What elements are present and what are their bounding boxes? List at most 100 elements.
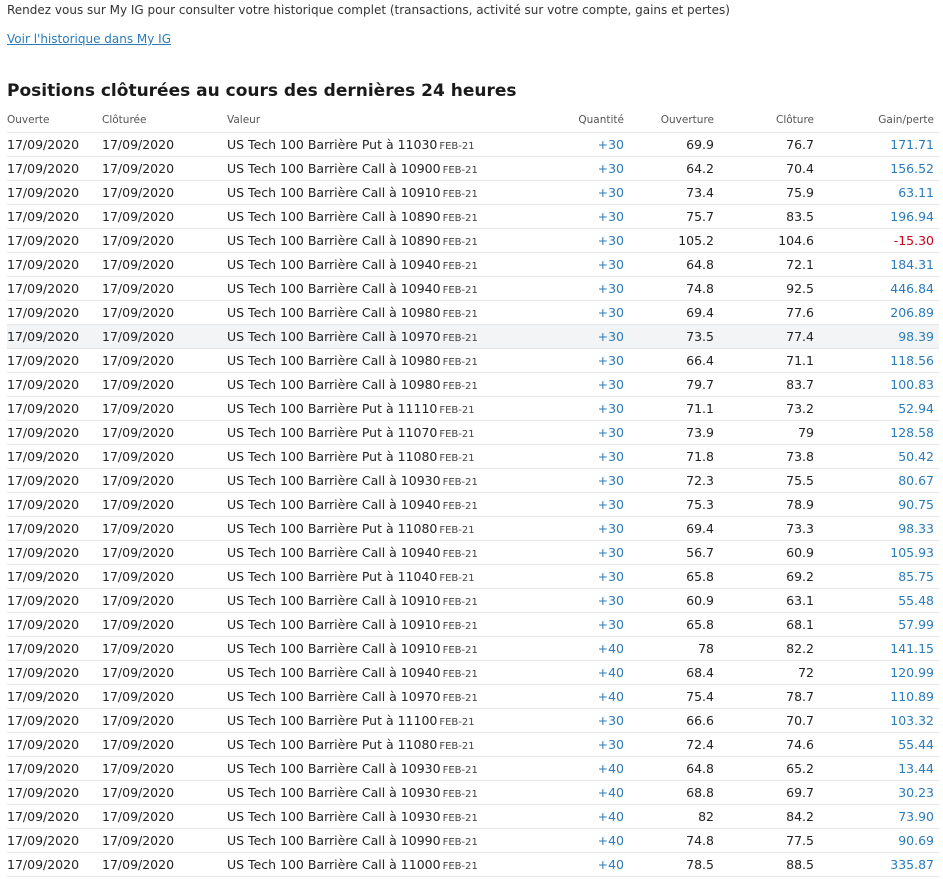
table-row[interactable]: 17/09/2020 17/09/2020 US Tech 100 Barrière… — [7, 324, 939, 349]
close-level-cell: 79 — [714, 420, 814, 445]
table-row[interactable]: 17/09/2020 17/09/2020 US Tech 100 Barrière… — [7, 228, 939, 253]
close-level-cell: 69.7 — [714, 780, 814, 805]
market-cell: US Tech 100 Barrière Call à 10970 FEB-21 — [227, 324, 512, 349]
table-row[interactable]: 17/09/2020 17/09/2020 US Tech 100 Barrière… — [7, 180, 939, 205]
table-row[interactable]: 17/09/2020 17/09/2020 US Tech 100 Barrière… — [7, 780, 939, 805]
opened-date-cell: 17/09/2020 — [7, 444, 102, 469]
pnl-cell: 110.89 — [814, 684, 939, 709]
pnl-cell: 184.31 — [814, 252, 939, 277]
pnl-value: 90.75 — [898, 497, 934, 512]
table-row[interactable]: 17/09/2020 17/09/2020 US Tech 100 Barrière… — [7, 468, 939, 493]
market-cell: US Tech 100 Barrière Call à 10930 FEB-21 — [227, 468, 512, 493]
market-name: US Tech 100 Barrière Put à 11080 — [227, 737, 438, 752]
market-name: US Tech 100 Barrière Put à 11080 — [227, 449, 438, 464]
market-cell: US Tech 100 Barrière Call à 10940 FEB-21 — [227, 492, 512, 517]
expiry-label: FEB-21 — [442, 765, 478, 776]
opened-date-cell: 17/09/2020 — [7, 804, 102, 829]
close-level-cell: 76.7 — [714, 132, 814, 157]
table-row[interactable]: 17/09/2020 17/09/2020 US Tech 100 Barrière… — [7, 276, 939, 301]
table-row[interactable]: 17/09/2020 17/09/2020 US Tech 100 Barrière… — [7, 684, 939, 709]
table-row[interactable]: 17/09/2020 17/09/2020 US Tech 100 Barrière… — [7, 660, 939, 685]
opened-date-cell: 17/09/2020 — [7, 468, 102, 493]
opened-date-cell: 17/09/2020 — [7, 780, 102, 805]
pnl-value: 206.89 — [890, 305, 934, 320]
market-name: US Tech 100 Barrière Call à 10890 — [227, 233, 441, 248]
column-header-quantity[interactable]: Quantité — [512, 108, 624, 133]
pnl-value: 141.15 — [890, 641, 934, 656]
closed-date-cell: 17/09/2020 — [102, 660, 227, 685]
table-row[interactable]: 17/09/2020 17/09/2020 US Tech 100 Barrière… — [7, 612, 939, 637]
table-row[interactable]: 17/09/2020 17/09/2020 US Tech 100 Barrière… — [7, 396, 939, 421]
table-row[interactable]: 17/09/2020 17/09/2020 US Tech 100 Barrière… — [7, 804, 939, 829]
closed-date-cell: 17/09/2020 — [102, 300, 227, 325]
quantity-cell: +40 — [512, 804, 624, 829]
table-row[interactable]: 17/09/2020 17/09/2020 US Tech 100 Barrière… — [7, 372, 939, 397]
expiry-label: FEB-21 — [442, 261, 478, 272]
market-cell: US Tech 100 Barrière Call à 10980 FEB-21 — [227, 348, 512, 373]
table-row[interactable]: 17/09/2020 17/09/2020 US Tech 100 Barrière… — [7, 588, 939, 613]
table-row[interactable]: 17/09/2020 17/09/2020 US Tech 100 Barrière… — [7, 540, 939, 565]
close-level-cell: 83.7 — [714, 372, 814, 397]
table-row[interactable]: 17/09/2020 17/09/2020 US Tech 100 Barrière… — [7, 492, 939, 517]
pnl-value: 98.39 — [898, 329, 934, 344]
quantity-value: +30 — [597, 329, 624, 344]
expiry-label: FEB-21 — [442, 357, 478, 368]
quantity-cell: +30 — [512, 540, 624, 565]
table-row[interactable]: 17/09/2020 17/09/2020 US Tech 100 Barrière… — [7, 252, 939, 277]
table-row[interactable]: 17/09/2020 17/09/2020 US Tech 100 Barrière… — [7, 708, 939, 733]
table-row[interactable]: 17/09/2020 17/09/2020 US Tech 100 Barrière… — [7, 348, 939, 373]
table-row[interactable]: 17/09/2020 17/09/2020 US Tech 100 Barrière… — [7, 756, 939, 781]
table-row[interactable]: 17/09/2020 17/09/2020 US Tech 100 Barrière… — [7, 156, 939, 181]
close-level-cell: 77.6 — [714, 300, 814, 325]
market-name: US Tech 100 Barrière Put à 11040 — [227, 569, 438, 584]
table-row[interactable]: 17/09/2020 17/09/2020 US Tech 100 Barrière… — [7, 732, 939, 757]
quantity-cell: +30 — [512, 612, 624, 637]
close-level-cell: 65.2 — [714, 756, 814, 781]
market-cell: US Tech 100 Barrière Call à 10890 FEB-21 — [227, 228, 512, 253]
table-row[interactable]: 17/09/2020 17/09/2020 US Tech 100 Barrière… — [7, 300, 939, 325]
opened-date-cell: 17/09/2020 — [7, 708, 102, 733]
close-level-cell: 92.5 — [714, 276, 814, 301]
table-row[interactable]: 17/09/2020 17/09/2020 US Tech 100 Barrière… — [7, 444, 939, 469]
table-row[interactable]: 17/09/2020 17/09/2020 US Tech 100 Barrière… — [7, 516, 939, 541]
closed-date-cell: 17/09/2020 — [102, 540, 227, 565]
pnl-value: 103.32 — [890, 713, 934, 728]
closed-date-cell: 17/09/2020 — [102, 204, 227, 229]
expiry-label: FEB-21 — [439, 717, 475, 728]
quantity-cell: +40 — [512, 828, 624, 853]
quantity-value: +30 — [597, 137, 624, 152]
pnl-value: 196.94 — [890, 209, 934, 224]
pnl-value: 50.42 — [898, 449, 934, 464]
table-row[interactable]: 17/09/2020 17/09/2020 US Tech 100 Barrière… — [7, 204, 939, 229]
market-name: US Tech 100 Barrière Call à 10940 — [227, 497, 441, 512]
market-cell: US Tech 100 Barrière Put à 11040 FEB-21 — [227, 564, 512, 589]
column-header-closed[interactable]: Clôturée — [102, 108, 227, 133]
column-header-pnl[interactable]: Gain/perte — [814, 108, 939, 133]
close-level-cell: 78.9 — [714, 492, 814, 517]
table-row[interactable]: 17/09/2020 17/09/2020 US Tech 100 Barrière… — [7, 828, 939, 853]
closed-date-cell: 17/09/2020 — [102, 708, 227, 733]
table-row[interactable]: 17/09/2020 17/09/2020 US Tech 100 Barrière… — [7, 636, 939, 661]
pnl-value: 128.58 — [890, 425, 934, 440]
pnl-cell: 55.48 — [814, 588, 939, 613]
close-level-cell: 70.7 — [714, 708, 814, 733]
market-cell: US Tech 100 Barrière Call à 10980 FEB-21 — [227, 300, 512, 325]
table-row[interactable]: 17/09/2020 17/09/2020 US Tech 100 Barrière… — [7, 132, 939, 157]
table-row[interactable]: 17/09/2020 17/09/2020 US Tech 100 Barrière… — [7, 852, 939, 877]
market-cell: US Tech 100 Barrière Call à 10930 FEB-21 — [227, 780, 512, 805]
table-row[interactable]: 17/09/2020 17/09/2020 US Tech 100 Barrière… — [7, 564, 939, 589]
quantity-value: +30 — [597, 617, 624, 632]
expiry-label: FEB-21 — [442, 549, 478, 560]
pnl-cell: 13.44 — [814, 756, 939, 781]
close-level-cell: 73.2 — [714, 396, 814, 421]
close-level-cell: 72 — [714, 660, 814, 685]
view-history-link[interactable]: Voir l'historique dans My IG — [7, 32, 171, 46]
table-row[interactable]: 17/09/2020 17/09/2020 US Tech 100 Barrière… — [7, 420, 939, 445]
column-header-market[interactable]: Valeur — [227, 108, 512, 133]
opened-date-cell: 17/09/2020 — [7, 396, 102, 421]
market-name: US Tech 100 Barrière Put à 11080 — [227, 521, 438, 536]
column-header-open-level[interactable]: Ouverture — [624, 108, 714, 133]
quantity-value: +30 — [597, 233, 624, 248]
column-header-close-level[interactable]: Clôture — [714, 108, 814, 133]
column-header-opened[interactable]: Ouverte — [7, 108, 102, 133]
